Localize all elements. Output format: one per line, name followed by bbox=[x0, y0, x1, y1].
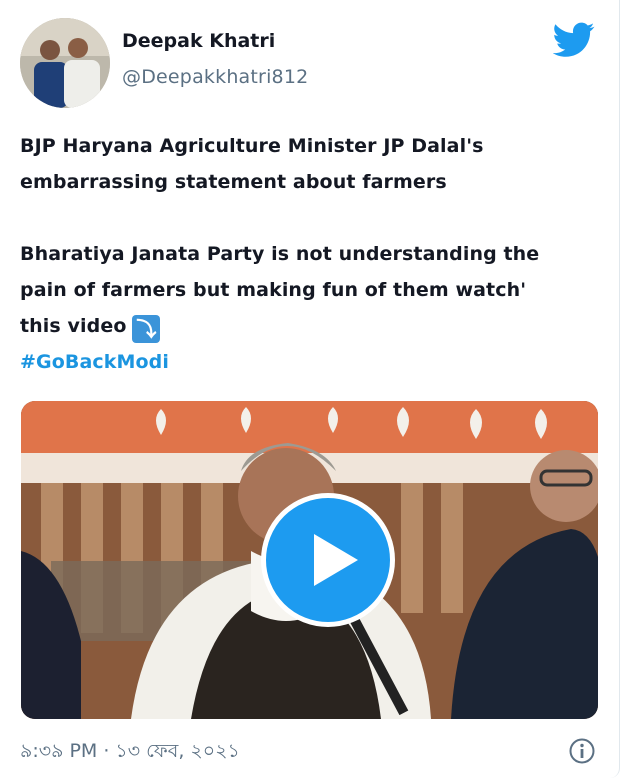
author-handle[interactable]: @Deepakkhatri812 bbox=[122, 66, 308, 88]
author-name[interactable]: Deepak Khatri bbox=[122, 30, 275, 52]
tweet-line-text: this video bbox=[20, 315, 127, 337]
hashtag-link[interactable]: #GoBackModi bbox=[20, 344, 600, 380]
play-icon bbox=[314, 534, 358, 586]
twitter-bird-icon[interactable] bbox=[552, 22, 595, 58]
play-button[interactable] bbox=[261, 493, 395, 627]
tweet-text: BJP Haryana Agriculture Minister JP Dala… bbox=[20, 128, 600, 380]
tweet-card: Deepak Khatri @Deepakkhatri812 BJP Harya… bbox=[0, 0, 620, 778]
tweet-line: pain of farmers but making fun of them w… bbox=[20, 279, 527, 301]
tweet-line-with-emoji: this video ⤵ bbox=[20, 308, 600, 344]
tweet-timestamp[interactable]: ৯:৩৯ PM · ১৩ ফেব, ২০২১ bbox=[20, 737, 240, 769]
arrow-down-emoji-icon: ⤵ bbox=[132, 315, 161, 343]
tweet-line: embarrassing statement about farmers bbox=[20, 171, 447, 193]
tweet-line: Bharatiya Janata Party is not understand… bbox=[20, 243, 540, 265]
info-icon[interactable] bbox=[569, 738, 595, 764]
tweet-line: BJP Haryana Agriculture Minister JP Dala… bbox=[20, 135, 484, 157]
avatar[interactable] bbox=[20, 18, 110, 108]
video-player[interactable] bbox=[21, 401, 598, 719]
